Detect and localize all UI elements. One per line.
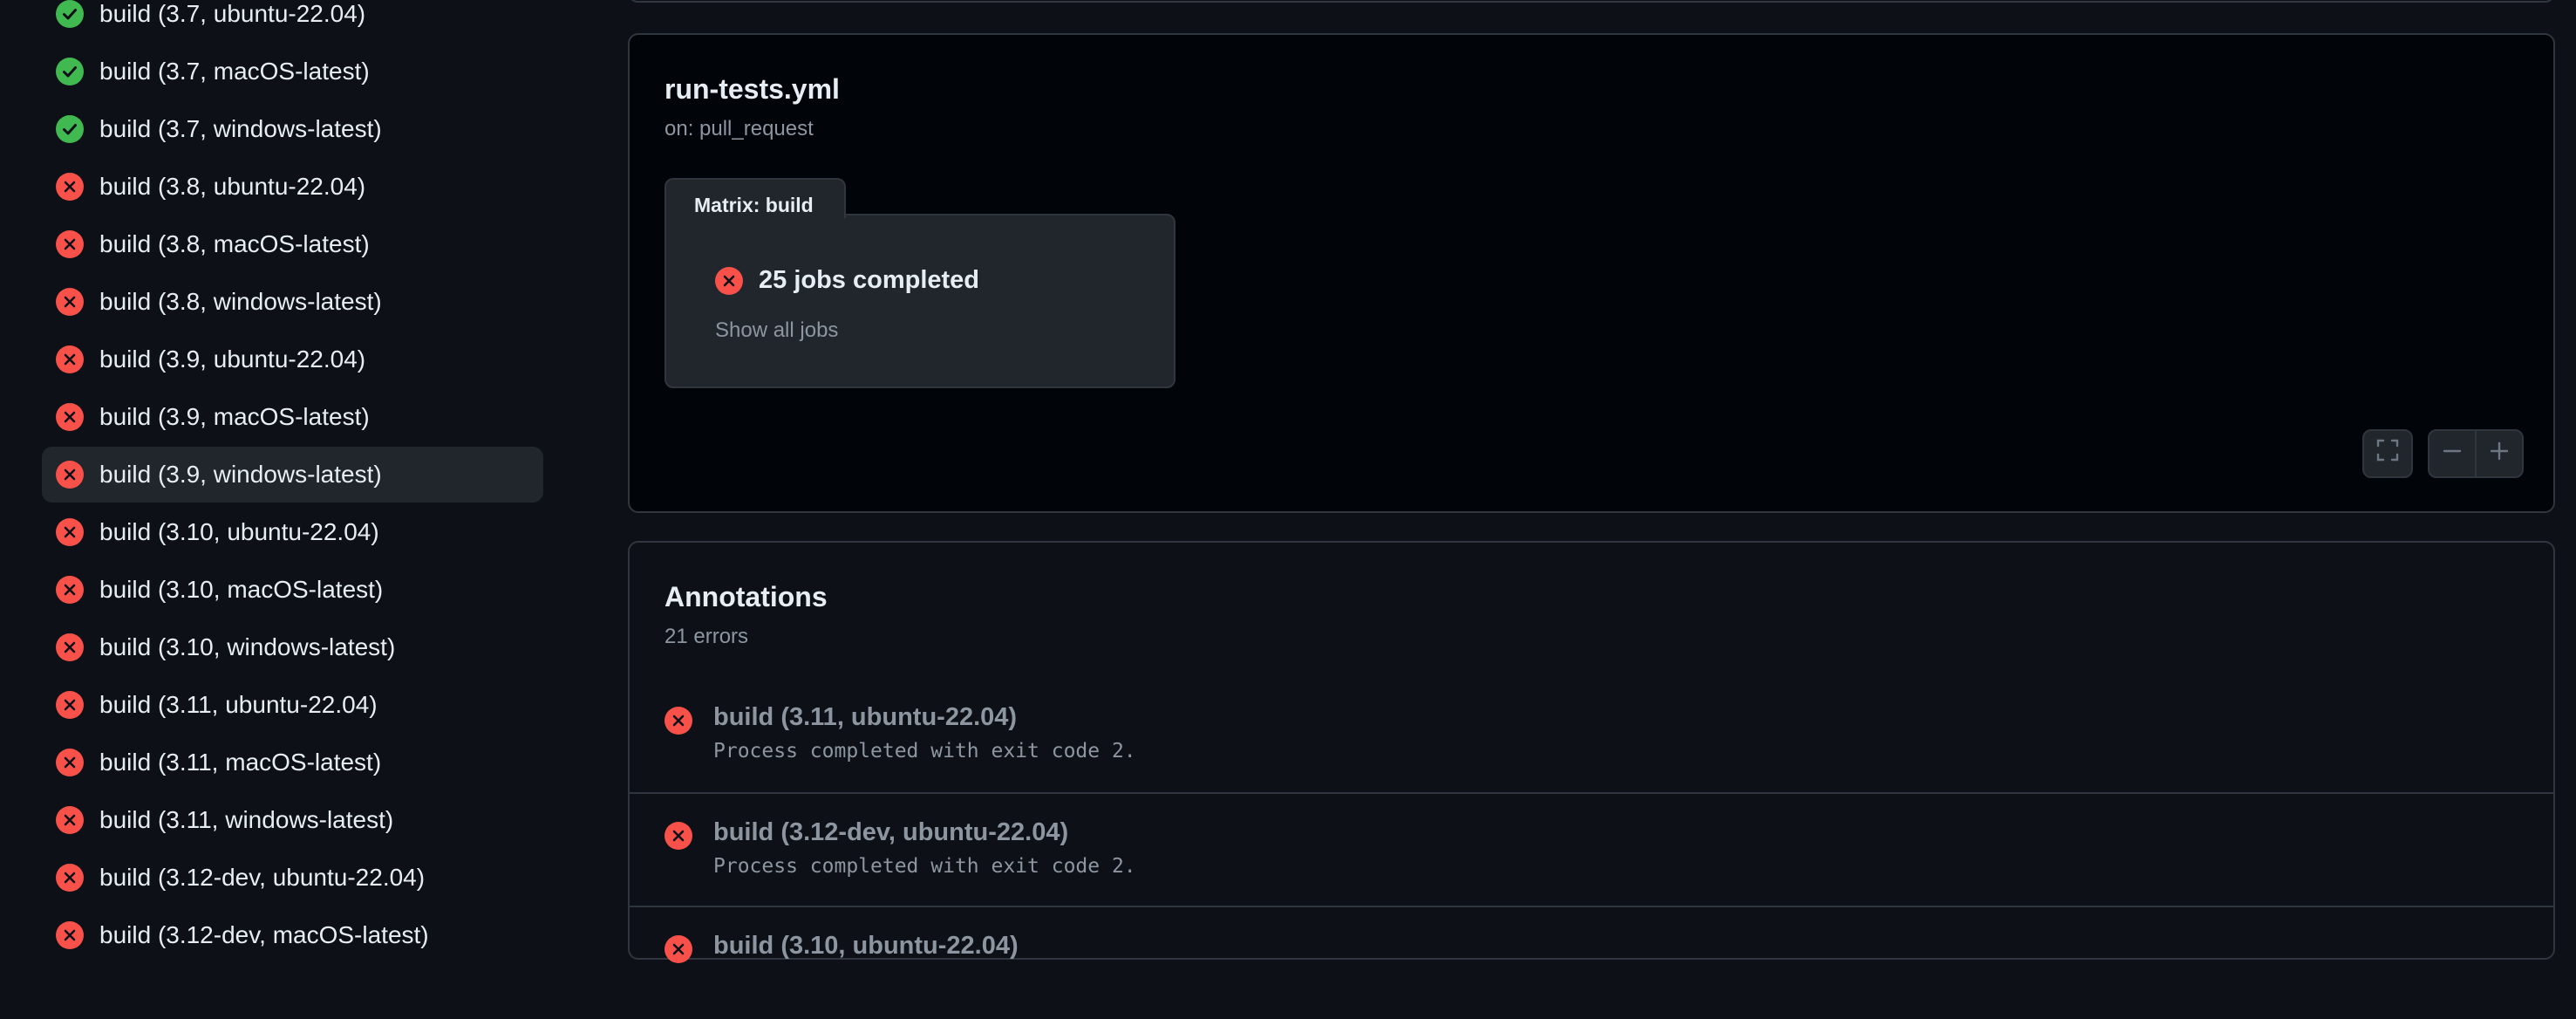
annotation-job-link[interactable]: build (3.10, ubuntu-22.04) — [713, 932, 1019, 961]
annotations-card: Annotations 21 errors build (3.11, ubunt… — [628, 541, 2555, 963]
matrix-box[interactable]: 25 jobs completed Show all jobs — [664, 214, 1176, 388]
x-circle-icon — [56, 403, 84, 431]
job-item[interactable]: build (3.7, windows-latest) — [42, 101, 543, 157]
x-circle-icon — [56, 749, 84, 776]
job-label: build (3.7, macOS-latest) — [99, 58, 370, 85]
annotation-message: Process completed with exit code 2. — [713, 740, 1136, 763]
annotations-title: Annotations — [664, 581, 828, 612]
job-item[interactable]: build (3.7, macOS-latest) — [42, 44, 543, 99]
x-circle-icon — [56, 576, 84, 604]
x-circle-icon — [56, 691, 84, 719]
zoom-out-button[interactable] — [2428, 429, 2477, 478]
job-label: build (3.10, ubuntu-22.04) — [99, 518, 379, 545]
job-label: build (3.12-dev, macOS-latest) — [99, 921, 429, 948]
show-all-jobs-link[interactable]: Show all jobs — [715, 318, 838, 343]
previous-card-edge — [628, 0, 2555, 3]
job-item[interactable]: build (3.10, macOS-latest) — [42, 562, 543, 618]
fullscreen-icon — [2375, 438, 2400, 469]
x-circle-icon — [56, 518, 84, 546]
workflow-trigger: on: pull_request — [664, 117, 814, 140]
job-item[interactable]: build (3.11, windows-latest) — [42, 792, 543, 848]
job-item[interactable]: build (3.7, ubuntu-22.04) — [42, 0, 543, 42]
x-circle-icon — [664, 707, 692, 735]
x-circle-icon — [56, 461, 84, 489]
zoom-in-button[interactable] — [2475, 429, 2524, 478]
job-label: build (3.10, macOS-latest) — [99, 576, 384, 603]
job-item[interactable]: build (3.9, ubuntu-22.04) — [42, 332, 543, 387]
job-item[interactable]: build (3.12-dev, ubuntu-22.04) — [42, 850, 543, 906]
x-circle-icon — [715, 266, 743, 295]
check-circle-icon — [56, 58, 84, 85]
x-circle-icon — [664, 822, 692, 850]
fullscreen-button[interactable] — [2362, 429, 2413, 478]
plus-icon — [2489, 439, 2510, 468]
job-item[interactable]: build (3.8, ubuntu-22.04) — [42, 159, 543, 215]
job-label: build (3.8, windows-latest) — [99, 288, 382, 315]
x-circle-icon — [56, 864, 84, 892]
matrix-status[interactable]: 25 jobs completed — [715, 266, 979, 295]
annotation-item[interactable]: build (3.11, ubuntu-22.04) Process comple… — [630, 679, 2553, 792]
annotation-item[interactable]: build (3.10, ubuntu-22.04) — [630, 906, 2553, 1019]
job-item[interactable]: build (3.9, macOS-latest) — [42, 389, 543, 445]
job-list-sidebar: build (3.7, ubuntu-22.04) build (3.7, mac… — [0, 0, 584, 949]
job-item[interactable]: build (3.11, macOS-latest) — [42, 735, 543, 790]
job-label: build (3.9, macOS-latest) — [99, 403, 370, 430]
check-circle-icon — [56, 0, 84, 28]
x-circle-icon — [56, 633, 84, 661]
annotation-item[interactable]: build (3.12-dev, ubuntu-22.04) Process co… — [630, 792, 2553, 906]
job-item[interactable]: build (3.8, macOS-latest) — [42, 216, 543, 272]
minus-icon — [2442, 439, 2463, 468]
annotation-job-link[interactable]: build (3.11, ubuntu-22.04) — [713, 703, 1017, 732]
annotation-job-link[interactable]: build (3.12-dev, ubuntu-22.04) — [713, 818, 1068, 847]
job-label: build (3.8, ubuntu-22.04) — [99, 173, 366, 200]
annotations-summary: 21 errors — [664, 625, 749, 648]
x-circle-icon — [56, 173, 84, 201]
job-label: build (3.11, macOS-latest) — [99, 749, 382, 776]
job-item[interactable]: build (3.8, windows-latest) — [42, 274, 543, 330]
job-item[interactable]: build (3.10, ubuntu-22.04) — [42, 504, 543, 560]
job-label: build (3.9, windows-latest) — [99, 461, 382, 488]
matrix-status-text: 25 jobs completed — [759, 266, 980, 294]
matrix-tab: Matrix: build — [664, 178, 846, 218]
workflow-file-name[interactable]: run-tests.yml — [664, 73, 840, 106]
job-label: build (3.12-dev, ubuntu-22.04) — [99, 864, 426, 891]
workflow-graph-card: run-tests.yml on: pull_request Matrix: b… — [628, 33, 2555, 513]
x-circle-icon — [56, 806, 84, 834]
job-label: build (3.8, macOS-latest) — [99, 230, 370, 257]
job-label: build (3.7, ubuntu-22.04) — [99, 0, 366, 27]
x-circle-icon — [56, 345, 84, 373]
job-item[interactable]: build (3.9, windows-latest) — [42, 447, 543, 503]
job-item[interactable]: build (3.11, ubuntu-22.04) — [42, 677, 543, 733]
job-label: build (3.11, ubuntu-22.04) — [99, 691, 378, 718]
x-circle-icon — [56, 921, 84, 949]
x-circle-icon — [56, 230, 84, 258]
x-circle-icon — [664, 935, 692, 963]
job-label: build (3.10, windows-latest) — [99, 633, 396, 660]
job-label: build (3.11, windows-latest) — [99, 806, 394, 833]
annotation-message: Process completed with exit code 2. — [713, 855, 1136, 878]
job-label: build (3.9, ubuntu-22.04) — [99, 345, 366, 373]
job-item[interactable]: build (3.12-dev, macOS-latest) — [42, 907, 543, 963]
job-item[interactable]: build (3.10, windows-latest) — [42, 619, 543, 675]
job-label: build (3.7, windows-latest) — [99, 115, 382, 142]
x-circle-icon — [56, 288, 84, 316]
check-circle-icon — [56, 115, 84, 143]
